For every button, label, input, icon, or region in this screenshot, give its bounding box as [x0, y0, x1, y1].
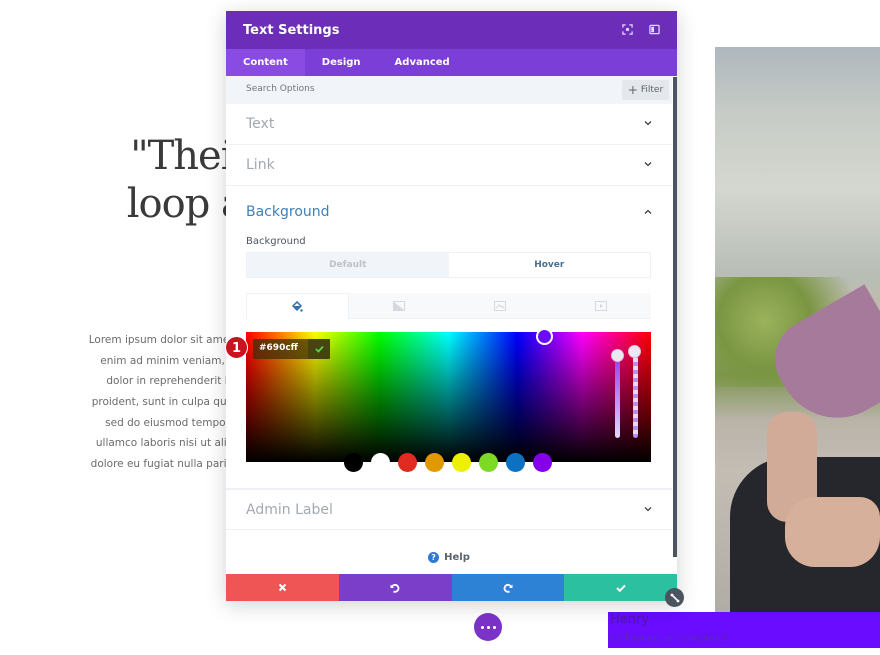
- action-bar: [226, 574, 677, 601]
- hue-slider[interactable]: [615, 354, 620, 438]
- tab-content[interactable]: Content: [226, 49, 305, 76]
- save-button[interactable]: [564, 574, 677, 601]
- filter-label: Filter: [640, 85, 664, 95]
- color-swatch[interactable]: [344, 453, 363, 472]
- filter-button[interactable]: + Filter: [622, 80, 669, 100]
- fullscreen-icon[interactable]: [622, 24, 633, 35]
- color-swatch[interactable]: [533, 453, 552, 472]
- hue-slider-knob[interactable]: [611, 349, 624, 362]
- section-title: Text: [246, 116, 275, 132]
- modal-tabs: Content Design Advanced: [226, 49, 677, 76]
- hex-input-box: [253, 339, 330, 359]
- search-row: + Filter: [226, 76, 677, 104]
- apply-hex-button[interactable]: [308, 339, 330, 359]
- bg-type-gradient[interactable]: [348, 293, 450, 319]
- state-toggle: Default Hover: [246, 252, 651, 278]
- bg-type-image[interactable]: [449, 293, 551, 319]
- testimonial-caption: Henry Co-Founder of Company X: [608, 612, 880, 648]
- color-swatch[interactable]: [452, 453, 471, 472]
- paint-bucket-icon: [292, 300, 304, 312]
- section-title: Link: [246, 157, 275, 173]
- author-role: Co-Founder of Company X: [610, 634, 729, 644]
- section-admin-label[interactable]: Admin Label: [226, 489, 672, 530]
- resize-icon: [670, 593, 679, 602]
- author-name: Henry: [610, 612, 650, 627]
- sidebar-toggle-icon[interactable]: [649, 24, 660, 35]
- tab-advanced[interactable]: Advanced: [378, 49, 467, 76]
- chevron-down-icon: [644, 507, 652, 512]
- cancel-button[interactable]: [226, 574, 339, 601]
- section-text[interactable]: Text: [226, 104, 672, 145]
- color-swatch[interactable]: [398, 453, 417, 472]
- text-settings-modal: Text Settings Content Design Advanced + …: [225, 11, 677, 601]
- dot-icon: [486, 625, 490, 629]
- bg-type-video[interactable]: [550, 293, 651, 319]
- more-options-button[interactable]: [474, 613, 502, 641]
- dot-icon: [492, 625, 496, 629]
- cancel-icon: [278, 583, 287, 592]
- section-background: Background Background Default Hover 1 #6…: [225, 186, 672, 489]
- bg-type-color[interactable]: [246, 293, 349, 319]
- help-icon: ?: [428, 551, 440, 563]
- resize-handle[interactable]: [665, 588, 684, 607]
- color-swatch[interactable]: [371, 453, 390, 472]
- step-badge: 1: [225, 336, 248, 359]
- state-default-button[interactable]: Default: [247, 253, 449, 277]
- opacity-slider[interactable]: [633, 354, 638, 438]
- color-picker: 1: [225, 328, 651, 472]
- color-swatch[interactable]: [425, 453, 444, 472]
- scrollbar-thumb[interactable]: [673, 77, 677, 557]
- background-type-tabs: [246, 293, 651, 319]
- chevron-down-icon: [644, 162, 652, 167]
- background-field-label: Background: [246, 236, 306, 247]
- check-icon: [615, 584, 626, 592]
- dot-icon: [480, 625, 484, 629]
- testimonial-photo: [715, 47, 880, 612]
- section-title[interactable]: Background: [246, 204, 330, 220]
- section-title: Admin Label: [246, 502, 333, 518]
- image-icon: [493, 300, 506, 311]
- search-options-input[interactable]: [246, 84, 546, 94]
- modal-title: Text Settings: [243, 22, 340, 38]
- chevron-down-icon: [644, 121, 652, 126]
- help-label: Help: [444, 551, 470, 563]
- state-hover-button[interactable]: Hover: [448, 253, 650, 277]
- tab-design[interactable]: Design: [305, 49, 378, 76]
- redo-icon: [503, 583, 513, 593]
- color-swatch[interactable]: [479, 453, 498, 472]
- undo-button[interactable]: [338, 574, 452, 601]
- redo-button[interactable]: [451, 574, 565, 601]
- help-link[interactable]: ? Help: [226, 530, 672, 572]
- chevron-up-icon[interactable]: [644, 208, 652, 216]
- check-icon: [314, 345, 324, 353]
- plus-icon: +: [627, 83, 638, 97]
- color-picker-handle[interactable]: [536, 328, 553, 345]
- gradient-icon: [393, 300, 406, 311]
- modal-header: Text Settings: [226, 11, 677, 49]
- page: "Their ab loop and Lorem ipsum dolor sit…: [0, 0, 880, 655]
- section-link[interactable]: Link: [226, 145, 672, 186]
- color-swatch[interactable]: [506, 453, 525, 472]
- opacity-slider-knob[interactable]: [628, 345, 641, 358]
- color-swatches: [344, 453, 552, 472]
- undo-icon: [390, 583, 400, 593]
- hex-color-input[interactable]: [259, 343, 307, 353]
- video-icon: [594, 300, 607, 311]
